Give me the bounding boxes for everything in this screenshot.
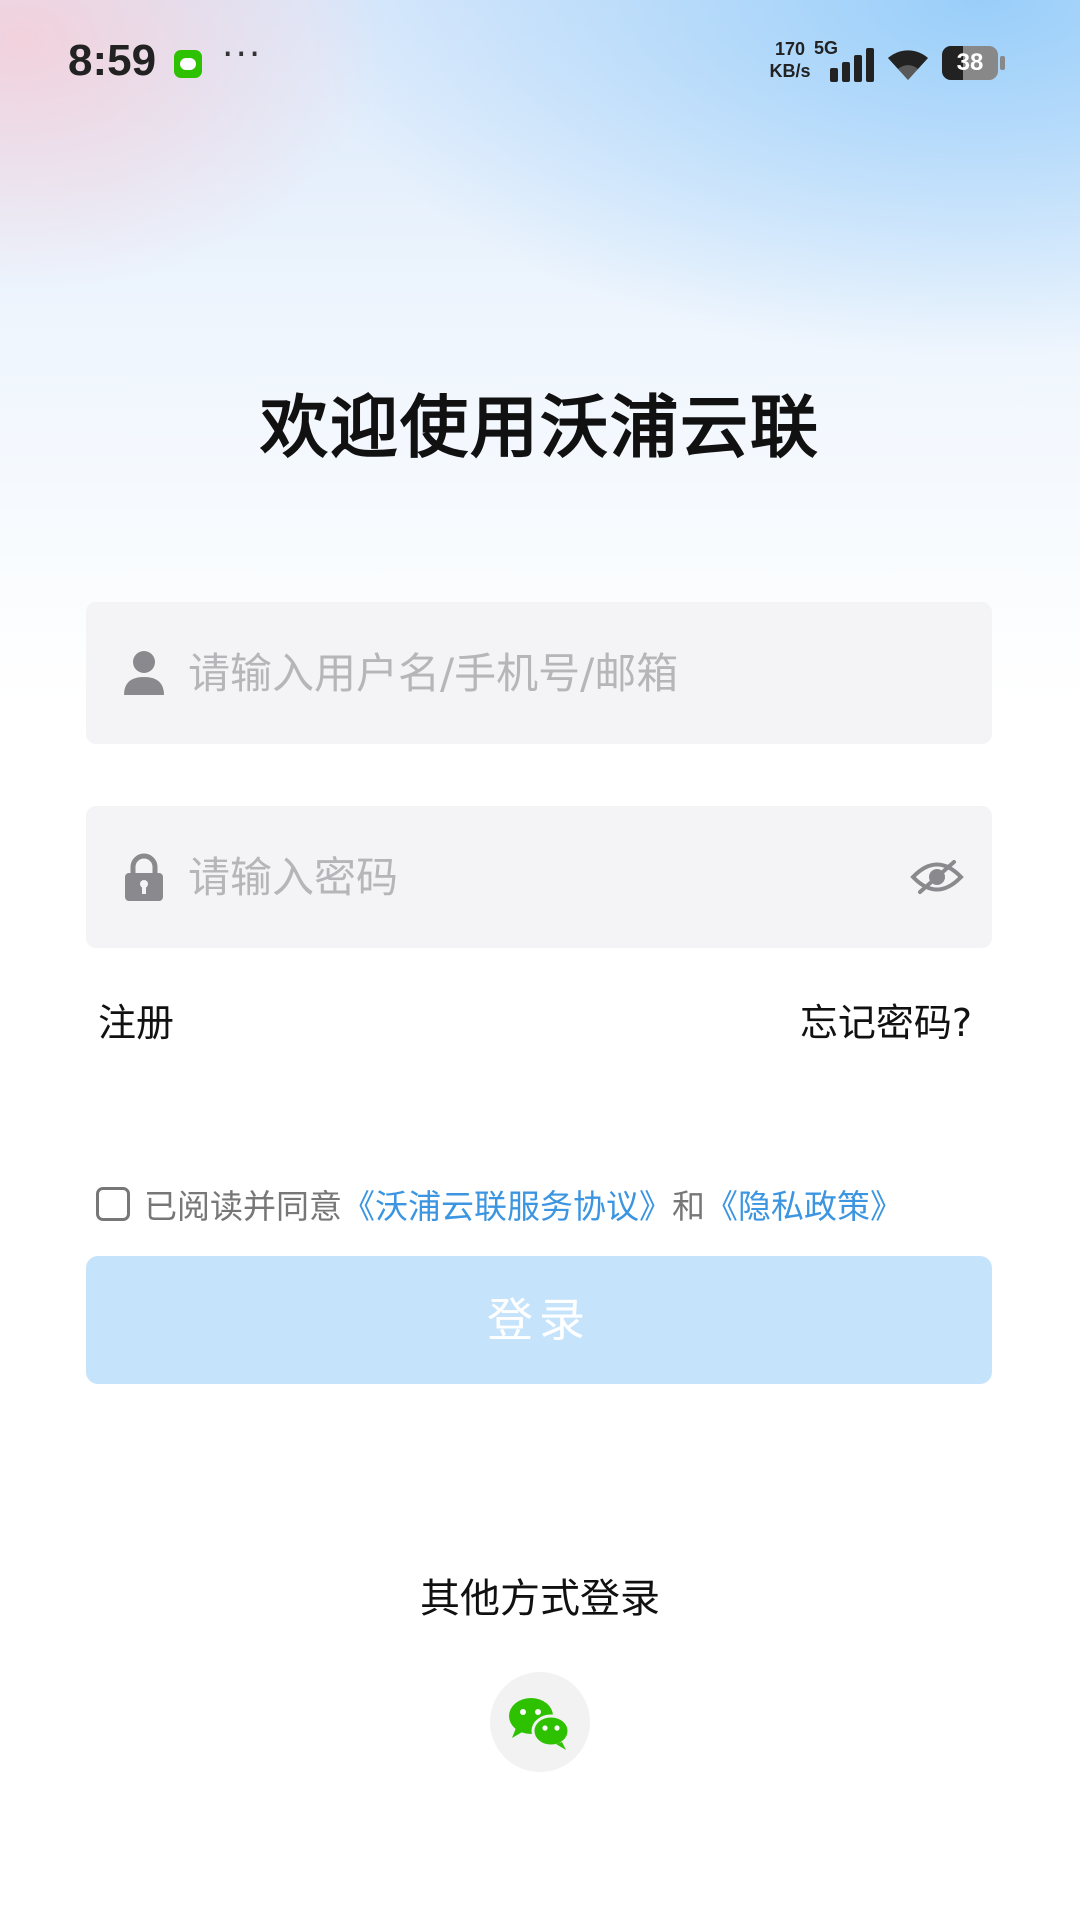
agreement-checkbox[interactable] [96,1187,130,1221]
network-speed-unit: KB/s [769,61,811,81]
agreement-and: 和 [672,1187,705,1226]
username-input[interactable] [186,647,890,699]
battery-indicator: 38 [942,46,998,80]
wechat-icon [509,1698,571,1750]
status-time: 8:59 [68,36,157,85]
register-link[interactable]: 注册 [98,992,174,1047]
battery-tip [1000,56,1005,70]
more-notifications-icon: ··· [222,34,263,75]
network-speed-value: 170 [774,39,806,59]
username-field[interactable] [86,602,992,744]
battery-percent: 38 [956,49,984,76]
password-input[interactable] [186,851,890,903]
password-field[interactable] [86,806,992,948]
privacy-policy-link[interactable]: 《隐私政策》 [705,1180,903,1228]
wifi-icon [888,50,928,80]
user-icon [124,651,164,695]
cell-signal-icon [830,48,876,82]
forgot-password-link[interactable]: 忘记密码? [800,992,972,1047]
login-button[interactable]: 登录 [86,1256,992,1384]
other-login-label: 其他方式登录 [420,1576,660,1622]
network-speed: 170 KB/s [760,38,820,82]
wechat-login-button[interactable] [490,1672,590,1772]
wechat-notification-icon [174,50,202,78]
service-agreement-link[interactable]: 《沃浦云联服务协议》 [342,1180,672,1228]
agreement-prefix: 已阅读并同意 [144,1187,342,1226]
agreement-row: 已阅读并同意 《沃浦云联服务协议》 和 《隐私政策》 [96,1180,903,1228]
status-bar: 8:59 ··· 170 KB/s 5G 38 [0,0,1080,130]
page-title: 欢迎使用沃浦云联 [259,389,820,468]
eye-off-icon[interactable] [910,856,964,898]
lock-icon [125,853,163,901]
